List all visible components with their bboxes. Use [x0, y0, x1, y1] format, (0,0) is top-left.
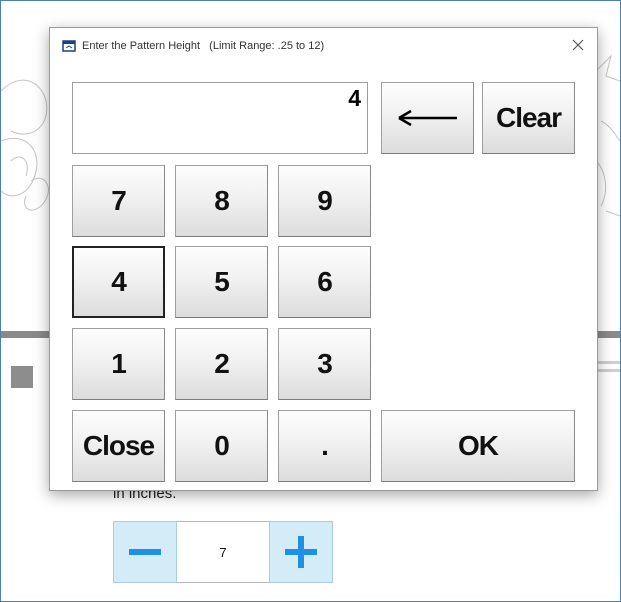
- key-8[interactable]: 8: [175, 165, 268, 237]
- decrement-button[interactable]: [113, 521, 177, 583]
- key-5[interactable]: 5: [175, 246, 268, 318]
- backspace-button[interactable]: [381, 82, 474, 154]
- keypad-dialog: Enter the Pattern Height (Limit Range: .…: [49, 27, 598, 491]
- key-2[interactable]: 2: [175, 328, 268, 400]
- key-9[interactable]: 9: [278, 165, 371, 237]
- app-window: in inches. 7 Enter the Pattern Height (L…: [0, 0, 621, 602]
- dialog-title: Enter the Pattern Height (Limit Range: .…: [82, 40, 325, 52]
- minus-icon: [129, 549, 161, 555]
- clear-button[interactable]: Clear: [482, 82, 575, 154]
- dialog-app-icon: [62, 40, 76, 52]
- ok-button[interactable]: OK: [381, 410, 575, 482]
- key-0[interactable]: 0: [175, 410, 268, 482]
- key-decimal[interactable]: .: [278, 410, 371, 482]
- left-arrow-icon: [397, 109, 457, 127]
- close-icon[interactable]: [569, 36, 587, 54]
- increment-button[interactable]: [269, 521, 333, 583]
- height-stepper: 7: [113, 521, 333, 583]
- close-button[interactable]: Close: [72, 410, 165, 482]
- dialog-titlebar[interactable]: Enter the Pattern Height (Limit Range: .…: [50, 28, 597, 64]
- panel-handle[interactable]: [11, 366, 33, 388]
- key-6[interactable]: 6: [278, 246, 371, 318]
- value-display: 4: [72, 82, 368, 154]
- plus-icon: [285, 536, 317, 568]
- key-7[interactable]: 7: [72, 165, 165, 237]
- key-3[interactable]: 3: [278, 328, 371, 400]
- key-4[interactable]: 4: [72, 246, 165, 318]
- stepper-value[interactable]: 7: [177, 521, 269, 583]
- key-1[interactable]: 1: [72, 328, 165, 400]
- display-value: 4: [348, 85, 361, 111]
